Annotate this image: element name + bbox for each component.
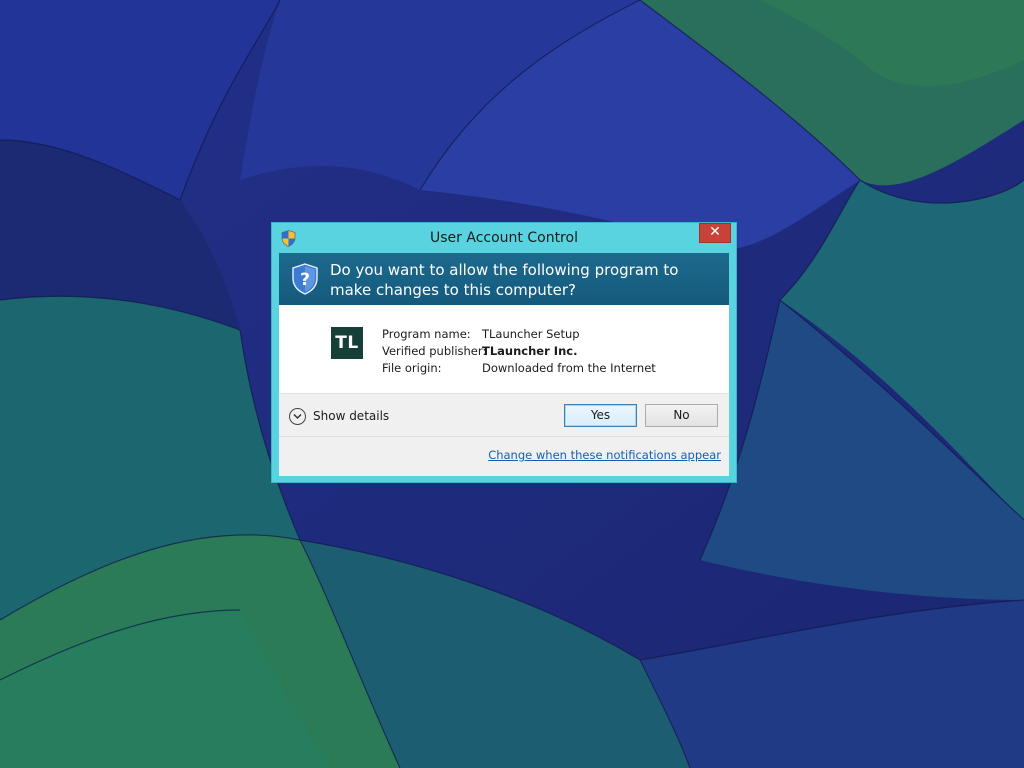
publisher-label: Verified publisher: <box>382 344 487 358</box>
dialog-footer: Show details Yes No Change when these no… <box>279 393 729 476</box>
prompt-question: Do you want to allow the following progr… <box>330 261 679 299</box>
uac-dialog: User Account Control ✕ ? Do you want to … <box>271 222 737 483</box>
file-origin-label: File origin: <box>382 361 442 375</box>
no-button[interactable]: No <box>645 404 718 427</box>
file-origin-value: Downloaded from the Internet <box>482 361 656 375</box>
program-name-label: Program name: <box>382 327 471 341</box>
change-notifications-link[interactable]: Change when these notifications appear <box>488 448 721 462</box>
yes-button[interactable]: Yes <box>564 404 637 427</box>
dialog-titlebar[interactable]: User Account Control ✕ <box>272 223 736 253</box>
publisher-value: TLauncher Inc. <box>482 344 578 358</box>
uac-question-shield-icon: ? <box>292 263 318 295</box>
chevron-down-icon[interactable] <box>289 407 306 425</box>
close-button[interactable]: ✕ <box>699 223 731 243</box>
show-details-toggle[interactable]: Show details <box>289 406 389 426</box>
prompt-header: ? Do you want to allow the following pro… <box>279 253 729 305</box>
program-name-value: TLauncher Setup <box>482 327 580 341</box>
tlauncher-app-icon: TL <box>331 327 363 359</box>
dialog-title: User Account Control <box>430 230 578 246</box>
close-icon: ✕ <box>709 224 721 240</box>
footer-divider <box>279 436 729 437</box>
program-info: TL Program name: TLauncher Setup Verifie… <box>279 305 729 393</box>
svg-text:?: ? <box>300 270 310 290</box>
dialog-client-area: ? Do you want to allow the following pro… <box>279 253 729 476</box>
show-details-label[interactable]: Show details <box>313 409 389 423</box>
